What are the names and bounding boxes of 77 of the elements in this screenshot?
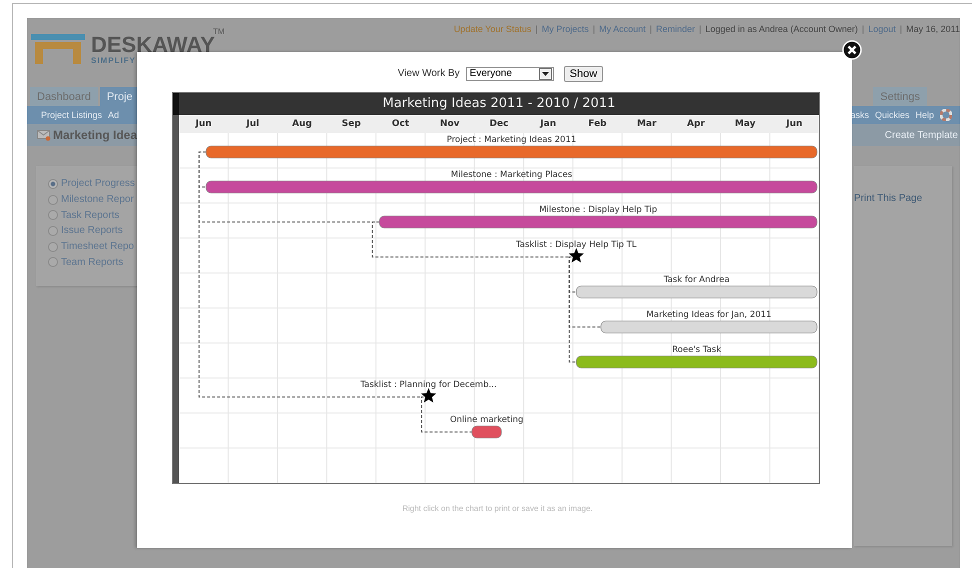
month-header: Jan (540, 119, 556, 129)
month-header: Jun (786, 119, 802, 129)
radio-label[interactable]: Project Progress (61, 178, 135, 190)
gantt-bar[interactable] (206, 146, 818, 158)
bar-label: Milestone : Marketing Places (450, 170, 572, 180)
nav-tab[interactable]: Settings (873, 87, 927, 106)
month-header: Apr (687, 119, 705, 129)
logo-wordmark: DESKAWAY (91, 34, 215, 56)
sub-nav-link[interactable]: Project Listings (41, 110, 102, 120)
header-text: May 16, 2011 (906, 24, 960, 34)
month-header: May (734, 119, 756, 129)
link-separator: | (535, 24, 538, 34)
logo-tagline: SIMPLIFY (91, 56, 137, 65)
bar-label: Tasklist : Display Help Tip TL (516, 240, 637, 250)
close-icon[interactable] (842, 40, 862, 60)
month-header: Oct (392, 119, 410, 129)
chart-footnote: Right click on the chart to print or save it as an image. (401, 504, 594, 513)
month-header: Jun (196, 119, 212, 129)
link-separator: | (592, 24, 596, 34)
create-template-link[interactable]: Create Template (884, 130, 958, 140)
radio-button[interactable] (48, 194, 58, 205)
gantt-bar[interactable] (206, 180, 818, 194)
month-header: Sep (342, 119, 361, 129)
gantt-bar[interactable] (576, 356, 818, 368)
header-text: Logged in as Andrea (Account Owner) (705, 24, 858, 34)
bar-label: Project : Marketing Ideas 2011 (446, 135, 576, 145)
link-separator: | (862, 24, 864, 34)
bar-label: Task for Andrea (664, 275, 730, 285)
sub-nav-link[interactable]: Quickies (874, 110, 910, 120)
radio-label[interactable]: Milestone Repor (61, 194, 134, 206)
bar-label: Marketing Ideas for Jan, 2011 (646, 310, 772, 320)
month-header: Jul (246, 119, 260, 129)
header-link[interactable]: Reminder (656, 24, 695, 34)
header-link[interactable]: Logout (868, 24, 896, 34)
sub-nav-link[interactable]: Help (915, 110, 934, 120)
month-header: Feb (588, 119, 607, 129)
chart-title: Marketing Ideas 2011 - 2010 / 2011 (173, 93, 819, 115)
envelope-icon (37, 129, 51, 141)
bar-label: Milestone : Display Help Tip (539, 205, 658, 215)
view-by-label: View Work By (398, 68, 460, 79)
view-by-dropdown[interactable]: Everyone (466, 66, 554, 80)
trademark-mark: TM (213, 27, 225, 36)
bar-label: Online marketing (450, 415, 524, 425)
bar-label: Roee's Task (672, 345, 722, 355)
print-link[interactable]: Print This Page (854, 193, 922, 204)
radio-label[interactable]: Timesheet Repo (61, 241, 134, 252)
gantt-bar[interactable] (379, 216, 818, 228)
header-link[interactable]: My Account (599, 24, 646, 34)
header-link[interactable]: My Projects (542, 24, 589, 34)
nav-tab[interactable]: Dashboard (30, 87, 98, 106)
month-header: Dec (490, 119, 508, 129)
radio-button[interactable] (48, 242, 58, 252)
logo-icon (31, 34, 85, 66)
radio-label[interactable]: Team Reports (61, 256, 124, 268)
sub-nav-link[interactable]: Ad (108, 110, 120, 120)
radio-button[interactable] (48, 178, 58, 189)
gantt-bar[interactable] (472, 426, 502, 438)
page-title: Marketing Idea (53, 128, 138, 142)
star-icon (421, 388, 436, 402)
caret-icon (538, 68, 552, 80)
month-header: Mar (636, 119, 656, 129)
header-link[interactable]: Update Your Status (454, 24, 532, 34)
show-button[interactable]: Show (564, 66, 604, 82)
radio-button[interactable] (48, 257, 58, 268)
lifebuoy-icon[interactable] (940, 109, 952, 121)
month-header: Nov (440, 119, 460, 129)
star-icon (568, 248, 584, 262)
link-separator: | (900, 24, 902, 34)
radio-button[interactable] (48, 226, 58, 236)
link-separator: | (650, 24, 652, 34)
bar-label: Tasklist : Planning for Decemb... (360, 380, 497, 390)
radio-button[interactable] (48, 210, 58, 220)
nav-tab[interactable]: Proje (100, 87, 140, 106)
radio-label[interactable]: Task Reports (61, 210, 120, 221)
month-header: Aug (292, 119, 312, 129)
radio-label[interactable]: Issue Reports (61, 225, 123, 236)
link-separator: | (698, 24, 702, 34)
